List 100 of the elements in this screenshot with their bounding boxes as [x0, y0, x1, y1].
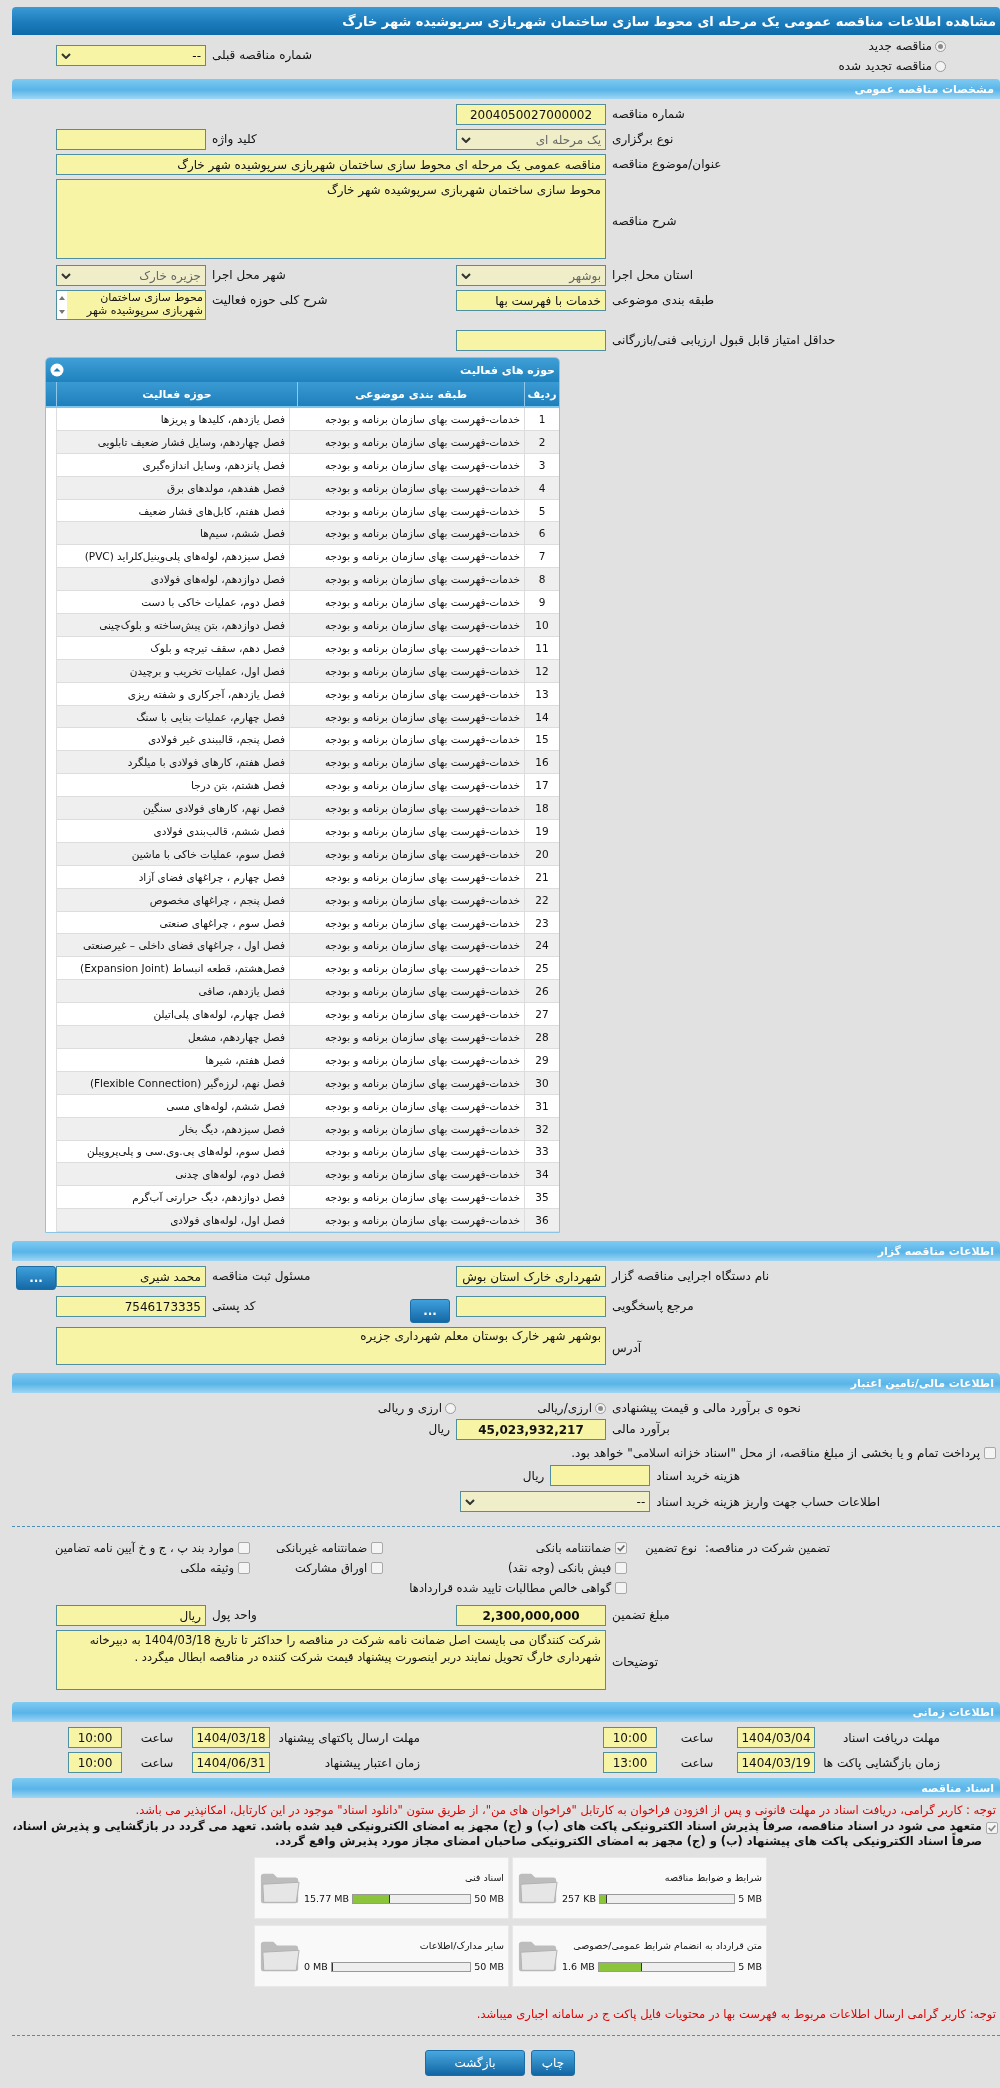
field-label: برآورد مالی — [611, 1420, 671, 1437]
table-cell: 8 — [524, 568, 559, 591]
field-label: نوع تضمین — [645, 1541, 697, 1556]
date-field[interactable]: 1404/03/18 — [192, 1727, 270, 1749]
table-cell: فصل هشتم، بتن درجا — [56, 774, 289, 797]
date-field[interactable]: 1404/03/19 — [737, 1752, 815, 1774]
file-title: سایر مدارک/اطلاعات — [419, 1940, 504, 1952]
checkbox-option[interactable]: وثیقه ملکی — [180, 1561, 251, 1576]
date-field[interactable]: 1404/03/04 — [737, 1727, 815, 1749]
table-cell: خدمات-فهرست بهای سازمان برنامه و بودجه — [289, 728, 524, 751]
select-field[interactable]: -- — [56, 45, 206, 66]
table-cell: فصل دوازدهم، دیگ حرارتی آب‌گرم — [56, 1186, 289, 1209]
section-header: اطلاعات مناقصه گزار — [12, 1241, 1000, 1262]
action-button[interactable]: بازگشت — [425, 2050, 525, 2077]
collapse-icon[interactable] — [50, 363, 64, 377]
field-label: کلید واژه — [211, 131, 258, 146]
time-field[interactable]: 10:00 — [68, 1727, 122, 1749]
table-cell: فصل دوازدهم، بتن پیش‌ساخته و بلوک‌چینی — [56, 614, 289, 636]
file-title: اسناد فنی — [465, 1872, 504, 1884]
table-cell: 25 — [524, 957, 559, 980]
table-cell: خدمات-فهرست بهای سازمان برنامه و بودجه — [289, 545, 524, 568]
input-field[interactable]: محمد شیری — [56, 1266, 206, 1288]
input-field[interactable] — [56, 129, 206, 150]
select-field[interactable]: جزیره خارک — [56, 265, 206, 286]
caret-icon — [461, 136, 471, 143]
radio-option[interactable]: ارزی/ریالی — [456, 1398, 606, 1416]
table-cell: 21 — [524, 865, 559, 888]
time-field[interactable]: 10:00 — [603, 1727, 657, 1749]
table-cell: 23 — [524, 911, 559, 934]
table-cell: خدمات-فهرست بهای سازمان برنامه و بودجه — [289, 1209, 524, 1232]
checkbox-option[interactable]: اوراق مشارکت — [295, 1561, 384, 1576]
input-field[interactable]: 45,023,932,217 — [456, 1419, 606, 1441]
time-field[interactable]: 10:00 — [68, 1752, 122, 1774]
text-area[interactable]: بوشهر شهر خارک بوستان معلم شهرداری جزیره — [56, 1327, 606, 1366]
table-cell: 34 — [524, 1163, 559, 1186]
select-field[interactable]: -- — [460, 1491, 651, 1513]
table-cell: فصل سوم ، چراغهای صنعتی — [56, 911, 289, 934]
table-cell: خدمات-فهرست بهای سازمان برنامه و بودجه — [289, 453, 524, 476]
select-field[interactable]: بوشهر — [456, 265, 606, 286]
radio-option[interactable]: ارزی و ریالی — [206, 1398, 456, 1416]
size-limit: 5 MB — [738, 1961, 762, 1973]
input-field[interactable] — [550, 1465, 651, 1487]
size-used: 257 KB — [562, 1893, 596, 1905]
input-field[interactable]: 2,300,000,000 — [456, 1605, 606, 1627]
field-label: ساعت — [139, 1730, 175, 1745]
column-header: حوزه فعالیت — [56, 382, 297, 406]
field-label: عنوان/موضوع مناقصه — [611, 156, 723, 171]
text-area[interactable]: شرکت کنندگان می بایست اصل ضمانت نامه شرکت در مناقصه را حداکثر تا تاریخ 1404/03/18 به دبیرخانه شهرداری خارگ تحویل نمایند دربر اینصورت پیشنهاد قیمت شرکت کننده در مناقصه ابطال میگردد . — [56, 1630, 606, 1691]
table-cell: 22 — [524, 888, 559, 911]
size-used: 1.6 MB — [562, 1961, 595, 1973]
table-cell: فصل دوازدهم، لوله‌های فولادی — [56, 568, 289, 591]
time-field[interactable]: 13:00 — [603, 1752, 657, 1774]
table-cell: خدمات-فهرست بهای سازمان برنامه و بودجه — [289, 774, 524, 797]
caret-icon — [61, 52, 71, 59]
table-cell: خدمات-فهرست بهای سازمان برنامه و بودجه — [289, 842, 524, 865]
table-cell: خدمات-فهرست بهای سازمان برنامه و بودجه — [289, 705, 524, 728]
table-cell: خدمات-فهرست بهای سازمان برنامه و بودجه — [289, 820, 524, 842]
input-field[interactable]: 7546173335 — [56, 1296, 206, 1318]
browse-button[interactable]: ... — [410, 1299, 450, 1324]
input-field[interactable]: خدمات با فهرست بها — [456, 290, 606, 311]
input-field[interactable]: مناقصه عمومی یک مرحله ای محوط سازی ساختمان شهربازی سرپوشیده شهر خارگ — [56, 154, 606, 175]
checkbox-option[interactable]: ضمانتنامه غیربانکی — [276, 1541, 384, 1556]
checkbox-option[interactable]: گواهی خالص مطالبات تایید شده قراردادها — [409, 1581, 628, 1596]
date-field[interactable]: 1404/06/31 — [192, 1752, 270, 1774]
browse-button[interactable]: ... — [16, 1266, 56, 1291]
action-button[interactable]: چاپ — [531, 2050, 575, 2077]
table-cell: فصل اول، عملیات تخریب و برچیدن — [56, 659, 289, 682]
checkbox-option[interactable]: موارد بند پ ، ج و خ آیین نامه تضامین — [54, 1541, 251, 1556]
radio-option[interactable]: مناقصه جدید — [606, 39, 946, 53]
text-area[interactable]: محوط سازی ساختمان شهربازی سرپوشیده شهر خارگ — [56, 179, 606, 259]
table-cell: 17 — [524, 774, 559, 797]
table-cell: خدمات-فهرست بهای سازمان برنامه و بودجه — [289, 1003, 524, 1026]
table-cell: خدمات-فهرست بهای سازمان برنامه و بودجه — [289, 614, 524, 636]
table-cell: 36 — [524, 1209, 559, 1232]
input-field[interactable]: ریال — [56, 1605, 206, 1627]
table-cell: فصل چهارم ، چراغهای فضای آزاد — [56, 865, 289, 888]
checkbox-option[interactable]: پرداخت تمام و یا بخشی از مبلغ مناقصه، از محل "اسناد خزانه اسلامی" خواهد بود. — [0, 1446, 1000, 1461]
input-field[interactable] — [456, 330, 606, 351]
notice-text: توجه : کاربر گرامی، دریافت اسناد در مهلت قانونی و پس از افزودن فراخوان به کارتابل "فراخوان های من"، از طریق ستون "دانلود اسناد" موجود در این کارتابل، امکانپذیر می باشد. — [134, 1803, 997, 1818]
table-cell: فصل اول، لوله‌های فولادی — [56, 1209, 289, 1232]
table-cell: فصل سوم، لوله‌های پی.وی.سی و پلی‌پروپیلن — [56, 1140, 289, 1163]
checkbox[interactable] — [986, 1822, 998, 1835]
file-title: متن قرارداد به انضمام شرایط عمومی/خصوصی — [573, 1940, 762, 1952]
table-cell: 19 — [524, 820, 559, 842]
notice-text: توجه: کاربر گرامی ارسال اطلاعات مربوط به فهرست بها در محتویات فایل پاکت ج در سامانه اجباری میباشد. — [475, 2007, 997, 2022]
text-area[interactable]: محوط سازی ساختمان شهربازی سرپوشیده شهر — [56, 290, 206, 320]
table-cell: فصل سیزدهم، لوله‌های پلی‌وینیل‌کلراید (PVC) — [56, 545, 289, 568]
select-field[interactable]: یک مرحله ای — [456, 129, 606, 150]
input-field[interactable]: شهرداری خارک استان بوش — [456, 1266, 606, 1288]
size-used: 15.77 MB — [304, 1893, 349, 1905]
checkbox-option[interactable]: فیش بانکی (وجه نقد) — [507, 1561, 628, 1576]
table-cell: فصل‌هشتم، قطعه انبساط (Expansion Joint) — [56, 957, 289, 980]
radio-option[interactable]: مناقصه تجدید شده — [606, 59, 946, 73]
input-field[interactable] — [456, 1296, 606, 1318]
table-cell: 7 — [524, 545, 559, 568]
checkbox-option[interactable]: ضمانتنامه بانکی — [535, 1541, 628, 1556]
page-title: مشاهده اطلاعات مناقصه عمومی یک مرحله ای محوط سازی ساختمان شهربازی سرپوشیده شهر خارگ — [342, 13, 996, 29]
input-field[interactable]: 2004050027000002 — [456, 104, 606, 125]
field-label: آدرس — [611, 1339, 643, 1355]
field-label: مسئول ثبت مناقصه — [211, 1268, 312, 1284]
